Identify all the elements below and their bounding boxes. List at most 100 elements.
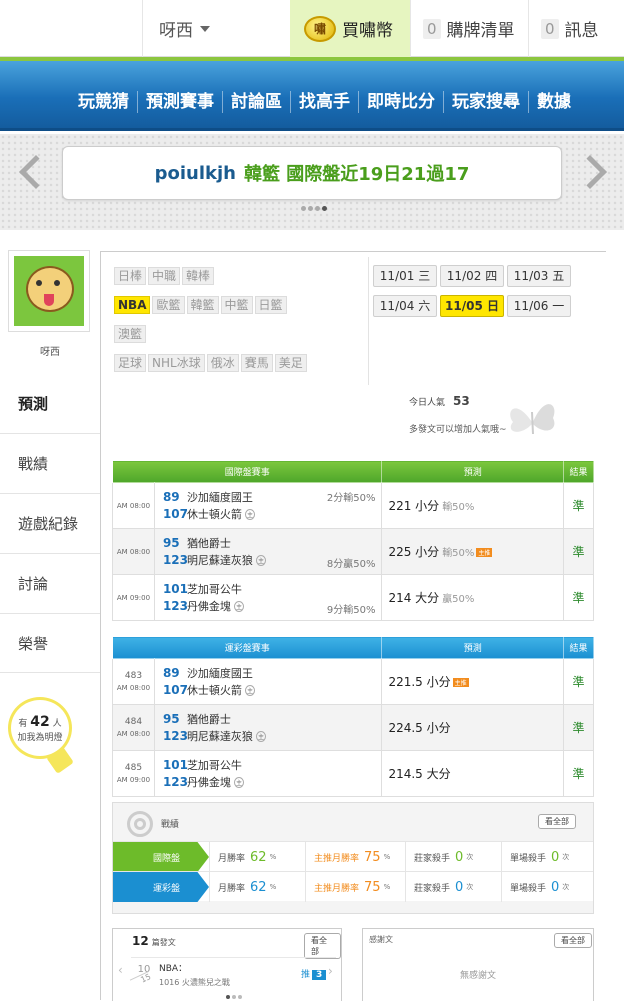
league-3-3[interactable]: 賽馬 <box>240 354 273 372</box>
banker-killer-label: 莊家殺手 <box>414 883 451 894</box>
league-1-0[interactable]: NBA <box>114 296 151 314</box>
side-tab-game-log[interactable]: 遊戲紀錄 <box>0 493 100 553</box>
messages-label: 訊息 <box>564 21 599 41</box>
username: 呀西 <box>159 21 193 41</box>
home-team[interactable]: 107 休士頓火箭主 <box>163 506 382 523</box>
posts-dot-active[interactable] <box>226 995 230 999</box>
single-killer-value: 0 <box>551 849 560 865</box>
prediction-cell: 214 大分 贏50% <box>381 574 565 621</box>
thanks-view-all-button[interactable]: 看全部 <box>554 933 592 948</box>
prediction-outcome: 輸50% <box>442 502 475 513</box>
date-row: 11/04 六 11/05 日 11/06 一 <box>373 295 593 325</box>
month-win-rate-label: 月勝率 <box>218 883 246 894</box>
buy-coins-button[interactable]: 嘯 買嘯幣 <box>290 0 410 57</box>
date-0-0[interactable]: 11/01 三 <box>373 265 437 287</box>
user-dropdown[interactable]: 呀西 <box>142 0 290 57</box>
nav-item[interactable]: 討論區 <box>222 91 290 113</box>
home-mark: 主 <box>255 554 266 566</box>
nav-item[interactable]: 玩競猜 <box>70 91 137 113</box>
carousel-dot[interactable] <box>308 206 313 211</box>
league-row: 日棒 中職 韓棒 <box>114 265 366 294</box>
post-item[interactable]: 10 15 NBA： 1016 火濃熊兒之戰 推3 › <box>129 957 336 989</box>
messages-count-badge: 0 <box>541 18 559 39</box>
prev-arrow-icon[interactable] <box>19 155 53 189</box>
match-time: 484 AM 08:00 <box>112 704 155 751</box>
posts-view-all-button[interactable]: 看全部 <box>304 933 341 959</box>
chevron-left-icon[interactable]: ‹ <box>118 963 123 977</box>
messages-button[interactable]: 0 訊息 <box>528 0 624 57</box>
home-team[interactable]: 107 休士頓火箭主 <box>163 682 382 699</box>
fans-prefix: 有 <box>18 719 28 729</box>
next-arrow-icon[interactable] <box>573 155 607 189</box>
side-tab-predict[interactable]: 預測 <box>0 373 100 433</box>
month-win-rate: 月勝率 62% <box>209 842 305 872</box>
date-1-1[interactable]: 11/05 日 <box>440 295 504 317</box>
date-1-2[interactable]: 11/06 一 <box>507 295 571 317</box>
match-time: 485 AM 09:00 <box>112 750 155 797</box>
banker-killer: 莊家殺手 0 次 <box>405 842 501 872</box>
home-team-number: 107 <box>162 507 188 521</box>
side-tab-record[interactable]: 戰績 <box>0 433 100 493</box>
prediction-cell: 221.5 小分 主推 <box>381 658 565 705</box>
league-1-2[interactable]: 韓籃 <box>186 296 219 314</box>
dog-cartoon-icon <box>26 266 74 312</box>
single-killer: 單場殺手 0 次 <box>501 872 593 902</box>
home-team-name: 休士頓火箭 <box>186 508 242 521</box>
nav-item[interactable]: 預測賽事 <box>137 91 222 113</box>
league-1-4[interactable]: 日籃 <box>254 296 287 314</box>
nav-item[interactable]: 即時比分 <box>358 91 443 113</box>
fan-lightbulb-badge[interactable]: 有 42 人 加我為明燈 <box>8 697 72 759</box>
table-row: AM 08:00 95 猶他爵士 123 明尼蘇達灰狼主 8分贏50% 225 小分 輸50%… <box>112 528 594 575</box>
date-0-2[interactable]: 11/03 五 <box>507 265 571 287</box>
avatar[interactable] <box>8 250 90 332</box>
result-cell: 準 <box>563 482 594 529</box>
league-0-1[interactable]: 中職 <box>148 267 181 285</box>
record-row: 運彩盤 月勝率 62% 主推月勝率 75% 莊家殺手 0 次單場殺手 0 次 <box>113 871 593 902</box>
banker-killer-unit: 次 <box>466 883 474 891</box>
date-1-0[interactable]: 11/04 六 <box>373 295 437 317</box>
nav-item[interactable]: 玩家搜尋 <box>443 91 528 113</box>
away-team-number: 101 <box>162 582 188 596</box>
intl-header-result: 結果 <box>563 460 594 483</box>
league-3-1[interactable]: NHL冰球 <box>148 354 205 372</box>
month-win-rate: 月勝率 62% <box>209 872 305 902</box>
side-tab-honor[interactable]: 榮譽 <box>0 613 100 673</box>
record-view-all-button[interactable]: 看全部 <box>538 814 576 829</box>
prediction-cell: 221 小分 輸50% <box>381 482 565 529</box>
result-cell: 準 <box>563 750 594 797</box>
league-row: 澳籃 <box>114 323 366 352</box>
prediction-value: 225 小分 <box>388 545 440 559</box>
league-3-4[interactable]: 美足 <box>274 354 307 372</box>
league-1-3[interactable]: 中籃 <box>220 296 253 314</box>
away-team[interactable]: 101 芝加哥公牛 <box>163 757 382 774</box>
carousel-dot-active[interactable] <box>322 206 327 211</box>
league-2-0[interactable]: 澳籃 <box>114 325 147 343</box>
date-0-1[interactable]: 11/02 四 <box>440 265 504 287</box>
posts-dot[interactable] <box>232 995 236 999</box>
away-team[interactable]: 95 猶他爵士 <box>163 711 382 728</box>
nav-item[interactable]: 數據 <box>528 91 579 113</box>
banner-card[interactable]: poiulkjh 韓籃 國際盤近19日21過17 <box>62 146 562 200</box>
league-0-2[interactable]: 韓棒 <box>182 267 215 285</box>
chevron-down-icon <box>200 25 210 32</box>
away-team[interactable]: 89 沙加緬度國王 <box>163 665 382 682</box>
home-team[interactable]: 123 丹佛金塊主 <box>163 774 382 791</box>
home-team[interactable]: 123 明尼蘇達灰狼主 <box>163 728 382 745</box>
carousel-dot[interactable] <box>315 206 320 211</box>
league-3-0[interactable]: 足球 <box>114 354 147 372</box>
push-count[interactable]: 推3 <box>301 967 327 980</box>
side-tab-discuss[interactable]: 討論 <box>0 553 100 613</box>
league-0-0[interactable]: 日棒 <box>114 267 147 285</box>
league-1-1[interactable]: 歐籃 <box>152 296 185 314</box>
away-team[interactable]: 101 芝加哥公牛 <box>163 581 382 598</box>
banker-killer-value: 0 <box>455 879 464 895</box>
lottery-predictions-table: 運彩盤賽事 預測 結果 483 AM 08:00 89 沙加緬度國王 107 休士頓火箭主… <box>111 636 594 797</box>
away-team[interactable]: 95 猶他爵士 <box>163 535 382 552</box>
purchase-list-button[interactable]: 0 購牌清單 <box>410 0 528 57</box>
main-pick-win-rate-unit: % <box>383 853 391 861</box>
nav-item[interactable]: 找高手 <box>290 91 358 113</box>
posts-dot[interactable] <box>238 995 242 999</box>
carousel-dot[interactable] <box>301 206 306 211</box>
chevron-right-icon[interactable]: › <box>328 964 333 978</box>
league-3-2[interactable]: 俄冰 <box>206 354 239 372</box>
